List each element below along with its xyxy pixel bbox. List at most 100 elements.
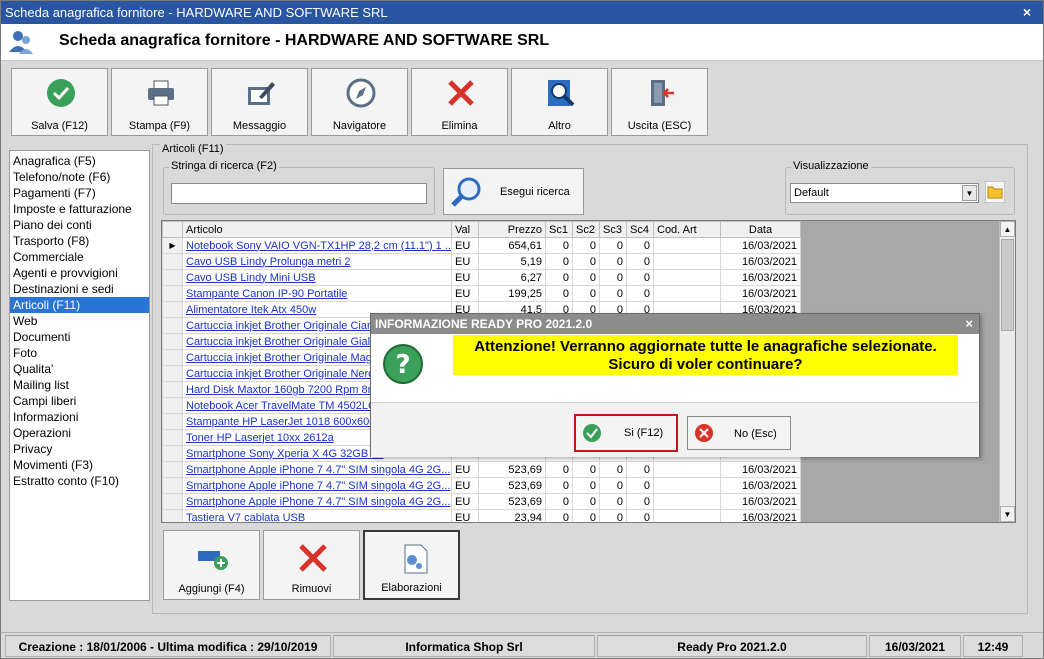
view-select-value: Default [794, 187, 829, 199]
save-label: Salva (F12) [31, 120, 88, 132]
cell-data: 16/03/2021 [720, 253, 801, 270]
row-header[interactable] [162, 397, 183, 414]
add-item-icon [196, 541, 230, 575]
cell-articolo[interactable]: Smartphone Apple iPhone 7 4.7" SIM singo… [182, 461, 452, 478]
table-row[interactable]: Smartphone Apple iPhone 7 4.7" SIM singo… [162, 477, 801, 494]
nav-item-mailing-list[interactable]: Mailing list [10, 377, 149, 393]
nav-item-piano-conti[interactable]: Piano dei conti [10, 217, 149, 233]
view-select[interactable]: Default ▼ [790, 183, 979, 203]
table-row[interactable]: Cavo USB Lindy Mini USB EU 6,27 0 0 0 0 16/03/2… [162, 269, 801, 286]
status-date: 16/03/2021 [869, 635, 961, 657]
table-row[interactable]: ▶ Notebook Sony VAIO VGN-TX1HP 28,2 cm (1… [162, 237, 801, 254]
table-row[interactable]: Cavo USB Lindy Prolunga metri 2 EU 5,19 0 0 0… [162, 253, 801, 270]
cell-articolo[interactable]: Cavo USB Lindy Prolunga metri 2 [182, 253, 452, 270]
scroll-thumb[interactable] [1001, 239, 1014, 331]
delete-button[interactable]: Elimina [411, 68, 508, 136]
row-header[interactable] [162, 269, 183, 286]
row-header[interactable] [162, 493, 183, 510]
row-header[interactable] [162, 445, 183, 462]
cell-articolo[interactable]: Smartphone Apple iPhone 7 4.7" SIM singo… [182, 477, 452, 494]
table-row[interactable]: Smartphone Apple iPhone 7 4.7" SIM singo… [162, 493, 801, 510]
other-button[interactable]: Altro [511, 68, 608, 136]
nav-item-campi-liberi[interactable]: Campi liberi [10, 393, 149, 409]
run-search-button[interactable]: Esegui ricerca [443, 168, 584, 215]
col-sc2[interactable]: Sc2 [572, 221, 600, 238]
row-header[interactable] [162, 301, 183, 318]
message-label: Messaggio [232, 120, 287, 132]
cell-prezzo: 6,27 [478, 269, 546, 286]
col-articolo[interactable]: Articolo [182, 221, 452, 238]
cell-prezzo: 523,69 [478, 461, 546, 478]
nav-item-movimenti[interactable]: Movimenti (F3) [10, 457, 149, 473]
col-data[interactable]: Data [720, 221, 801, 238]
col-prezzo[interactable]: Prezzo [478, 221, 546, 238]
nav-item-pagamenti[interactable]: Pagamenti (F7) [10, 185, 149, 201]
nav-item-informazioni[interactable]: Informazioni [10, 409, 149, 425]
dialog-close-icon[interactable]: × [965, 314, 973, 334]
no-button[interactable]: No (Esc) [687, 416, 791, 450]
table-row[interactable]: Tastiera V7 cablata USB EU 23,94 0 0 0 0 16/03/… [162, 509, 801, 522]
nav-item-operazioni[interactable]: Operazioni [10, 425, 149, 441]
exit-button[interactable]: Uscita (ESC) [611, 68, 708, 136]
cell-articolo[interactable]: Notebook Sony VAIO VGN-TX1HP 28,2 cm (11… [182, 237, 452, 254]
window-close-icon[interactable]: × [1019, 1, 1035, 24]
nav-item-documenti[interactable]: Documenti [10, 329, 149, 345]
print-button[interactable]: Stampa (F9) [111, 68, 208, 136]
nav-item-imposte[interactable]: Imposte e fatturazione [10, 201, 149, 217]
search-input[interactable] [171, 183, 427, 204]
row-header[interactable] [162, 253, 183, 270]
nav-item-articoli[interactable]: Articoli (F11) [10, 297, 149, 313]
add-article-button[interactable]: Aggiungi (F4) [163, 530, 260, 600]
row-header[interactable] [162, 365, 183, 382]
nav-item-foto[interactable]: Foto [10, 345, 149, 361]
cell-val: EU [451, 285, 479, 302]
cell-sc4: 0 [626, 237, 654, 254]
nav-item-qualita[interactable]: Qualita' [10, 361, 149, 377]
row-header[interactable] [162, 381, 183, 398]
yes-button[interactable]: Si (F12) [574, 414, 678, 452]
table-row[interactable]: Smartphone Apple iPhone 7 4.7" SIM singo… [162, 461, 801, 478]
row-header[interactable] [162, 333, 183, 350]
navigator-button[interactable]: Navigatore [311, 68, 408, 136]
scroll-down-icon[interactable]: ▼ [1000, 506, 1015, 522]
row-header[interactable]: ▶ [162, 237, 183, 254]
row-header[interactable] [162, 285, 183, 302]
nav-item-telefono-note[interactable]: Telefono/note (F6) [10, 169, 149, 185]
row-header[interactable] [162, 317, 183, 334]
row-header[interactable] [162, 461, 183, 478]
row-header[interactable] [162, 349, 183, 366]
cell-articolo[interactable]: Tastiera V7 cablata USB [182, 509, 452, 522]
cell-sc1: 0 [545, 269, 573, 286]
col-sc3[interactable]: Sc3 [599, 221, 627, 238]
row-header[interactable] [162, 413, 183, 430]
nav-item-destinazioni[interactable]: Destinazioni e sedi [10, 281, 149, 297]
nav-item-trasporto[interactable]: Trasporto (F8) [10, 233, 149, 249]
table-row[interactable]: Stampante Canon IP-90 Portatile EU 199,25 0… [162, 285, 801, 302]
row-header[interactable] [162, 477, 183, 494]
chevron-down-icon[interactable]: ▼ [962, 185, 977, 201]
nav-item-anagrafica[interactable]: Anagrafica (F5) [10, 153, 149, 169]
col-sc4[interactable]: Sc4 [626, 221, 654, 238]
remove-article-button[interactable]: Rimuovi [263, 530, 360, 600]
process-button[interactable]: Elaborazioni [363, 530, 460, 600]
cell-articolo[interactable]: Smartphone Apple iPhone 7 4.7" SIM singo… [182, 493, 452, 510]
nav-item-agenti[interactable]: Agenti e provvigioni [10, 265, 149, 281]
cell-articolo[interactable]: Stampante Canon IP-90 Portatile [182, 285, 452, 302]
cell-articolo[interactable]: Cavo USB Lindy Mini USB [182, 269, 452, 286]
col-cod-art[interactable]: Cod. Art [653, 221, 721, 238]
save-button[interactable]: Salva (F12) [11, 68, 108, 136]
row-header[interactable] [162, 509, 183, 522]
grid-scrollbar[interactable]: ▲ ▼ [999, 221, 1015, 522]
row-header[interactable] [162, 429, 183, 446]
col-val[interactable]: Val [451, 221, 479, 238]
nav-item-privacy[interactable]: Privacy [10, 441, 149, 457]
scroll-up-icon[interactable]: ▲ [1000, 221, 1015, 237]
message-button[interactable]: Messaggio [211, 68, 308, 136]
folder-icon[interactable] [984, 180, 1006, 204]
nav-item-estratto-conto[interactable]: Estratto conto (F10) [10, 473, 149, 489]
nav-item-web[interactable]: Web [10, 313, 149, 329]
nav-item-commerciale[interactable]: Commerciale [10, 249, 149, 265]
no-label: No (Esc) [734, 428, 777, 440]
col-sc1[interactable]: Sc1 [545, 221, 573, 238]
cell-sc1: 0 [545, 493, 573, 510]
